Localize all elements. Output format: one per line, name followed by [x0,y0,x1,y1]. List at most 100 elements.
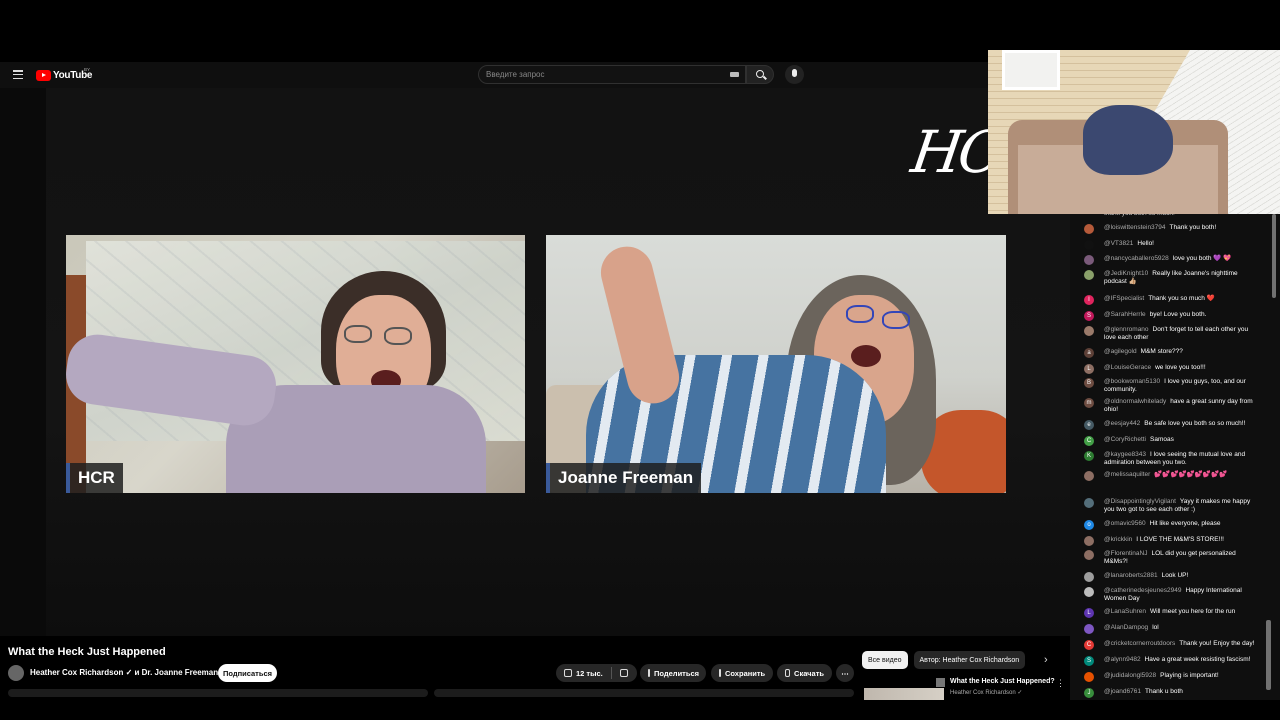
chat-message-body: @IFSpecialist Thank you so much ❤️ [1104,295,1260,303]
chat-avatar[interactable] [1084,255,1094,265]
chat-author[interactable]: @DisappointinglyVigilant [1104,498,1176,505]
hamburger-menu-icon[interactable] [13,70,23,80]
chat-author[interactable]: @melissaquilter [1104,471,1150,478]
chat-avatar[interactable]: S [1084,656,1094,666]
chat-avatar[interactable]: C [1084,640,1094,650]
chat-avatar[interactable] [1084,550,1094,560]
chat-author[interactable]: @glennromano [1104,326,1149,333]
chat-avatar[interactable]: m [1084,398,1094,408]
nameplate-joanne-freeman: Joanne Freeman [546,463,702,493]
chat-avatar[interactable]: C [1084,436,1094,446]
like-dislike-group[interactable]: 12 тыс. [556,664,637,682]
chat-avatar[interactable]: B [1084,378,1094,388]
chat-message: m @oldnormalwhitelady have a great sunny d… [1084,398,1260,414]
chat-avatar[interactable]: I [1084,295,1094,305]
search-input[interactable]: Введите запрос [478,65,746,84]
chat-avatar[interactable] [1084,240,1094,250]
chat-author[interactable]: @bookwoman5130 [1104,378,1160,385]
chat-avatar[interactable]: L [1084,608,1094,618]
chat-message: C @cricketcornerroutdoors Thank you! Enjoy… [1084,640,1260,650]
chat-author[interactable]: @LanaSuhren [1104,608,1146,615]
chat-avatar[interactable] [1084,224,1094,234]
chat-author[interactable]: @joand6761 [1104,688,1141,695]
chat-avatar[interactable] [1084,471,1094,481]
chat-avatar[interactable] [1084,498,1094,508]
chat-author[interactable]: @omavic9560 [1104,520,1146,527]
chat-author[interactable]: @SarahHerrle [1104,311,1146,318]
chat-avatar[interactable]: S [1084,311,1094,321]
chat-author[interactable]: @VT3821 [1104,240,1133,247]
chat-author[interactable]: @krickkin [1104,536,1132,543]
chat-message: a @agilegold M&M store??? [1084,348,1260,358]
search-button[interactable] [746,65,774,84]
description-bar-2 [434,689,854,697]
chat-message-body: @CoryRichetti Samoas [1104,436,1260,444]
thumbs-up-icon[interactable] [564,669,572,677]
chat-message: @lanaroberts2881 Look UP! [1084,572,1260,582]
chat-author[interactable]: @FlorentinaNJ [1104,550,1147,557]
chat-author[interactable]: @kaygee8343 [1104,451,1146,458]
chat-author[interactable]: @alynn9482 [1104,656,1141,663]
chevron-right-icon[interactable]: › [1044,654,1048,666]
chat-avatar[interactable]: a [1084,348,1094,358]
share-button[interactable]: Поделиться [640,664,706,682]
chat-message: @DisappointinglyVigilant Yayy it makes me… [1084,498,1260,514]
channel-avatar[interactable] [8,665,24,681]
chat-avatar[interactable] [1084,672,1094,682]
chat-author[interactable]: @oldnormalwhitelady [1104,398,1166,405]
chat-avatar[interactable] [1084,270,1094,280]
chat-author[interactable]: @lanaroberts2881 [1104,572,1158,579]
download-button[interactable]: Скачать [777,664,832,682]
subscribe-button[interactable]: Подписаться [218,664,277,682]
chat-author[interactable]: @catherinedesjeunes2949 [1104,587,1181,594]
chat-avatar[interactable] [1084,624,1094,634]
chat-author[interactable]: @LouiseGerace [1104,364,1151,371]
keyboard-icon[interactable] [730,72,739,77]
chip-all-videos[interactable]: Все видео [862,651,908,669]
chat-message: @catherinedesjeunes2949 Happy Internation… [1084,587,1260,603]
chat-author[interactable]: @AlanDampog [1104,624,1148,631]
chat-message: B @bookwoman5130 I love you guys, too, and… [1084,378,1260,394]
chat-author[interactable]: @loiswittenstein3794 [1104,224,1166,231]
chat-author[interactable]: @eesjay442 [1104,420,1140,427]
chat-avatar[interactable]: e [1084,420,1094,430]
chat-avatar[interactable] [1084,326,1094,336]
chat-author[interactable]: @agilegold [1104,348,1137,355]
chat-avatar[interactable] [1084,587,1094,597]
chat-avatar[interactable]: o [1084,520,1094,530]
chat-scrollbar[interactable] [1272,214,1276,298]
chip-author[interactable]: Автор: Heather Cox Richardson [913,651,1026,669]
recommended-title[interactable]: What the Heck Just Happened? [950,678,1055,685]
chat-author[interactable]: @IFSpecialist [1104,295,1144,302]
thumbs-down-icon[interactable] [619,669,628,677]
chat-avatar[interactable] [1084,536,1094,546]
chat-text: Will meet you here for the run [1150,608,1236,615]
chat-author[interactable]: @judidalongl5928 [1104,672,1156,679]
chat-author[interactable]: @nancycaballero5928 [1104,255,1169,262]
save-button[interactable]: Сохранить [711,664,773,682]
recommended-channel[interactable]: Heather Cox Richardson ✓ [950,689,1022,696]
chat-message: I @IFSpecialist Thank you so much ❤️ [1084,295,1260,305]
glasses-left [846,305,874,323]
chat-avatar[interactable]: K [1084,451,1094,461]
chat-scrollbar-lower[interactable] [1266,620,1271,690]
kebab-menu-icon[interactable]: ⋮ [1056,678,1065,689]
voice-search-button[interactable] [785,65,804,84]
chat-message-body: @AlanDampog lol [1104,624,1260,632]
chat-text: Playing is important! [1160,672,1219,679]
recommended-mini-thumbnail[interactable] [936,678,945,687]
chat-avatar[interactable]: L [1084,364,1094,374]
chat-author[interactable]: @CoryRichetti [1104,436,1146,443]
chat-avatar[interactable]: J [1084,688,1094,698]
more-actions-button[interactable]: ⋯ [836,664,854,682]
chat-avatar[interactable] [1084,572,1094,582]
chat-message: @FlorentinaNJ LOL did you get personalize… [1084,550,1260,566]
search-placeholder: Введите запрос [486,70,545,79]
chat-text: Look UP! [1161,572,1189,579]
logo-region: BY [84,67,91,72]
channel-name[interactable]: Heather Cox Richardson ✓ и Dr. Joanne Fr… [30,668,218,677]
blanket [1083,105,1173,175]
chat-author[interactable]: @cricketcornerroutdoors [1104,640,1175,647]
chat-message-body: @nancycaballero5928 love you both 💜 💖 [1104,255,1260,263]
chat-author[interactable]: @JediKnight10 [1104,270,1148,277]
